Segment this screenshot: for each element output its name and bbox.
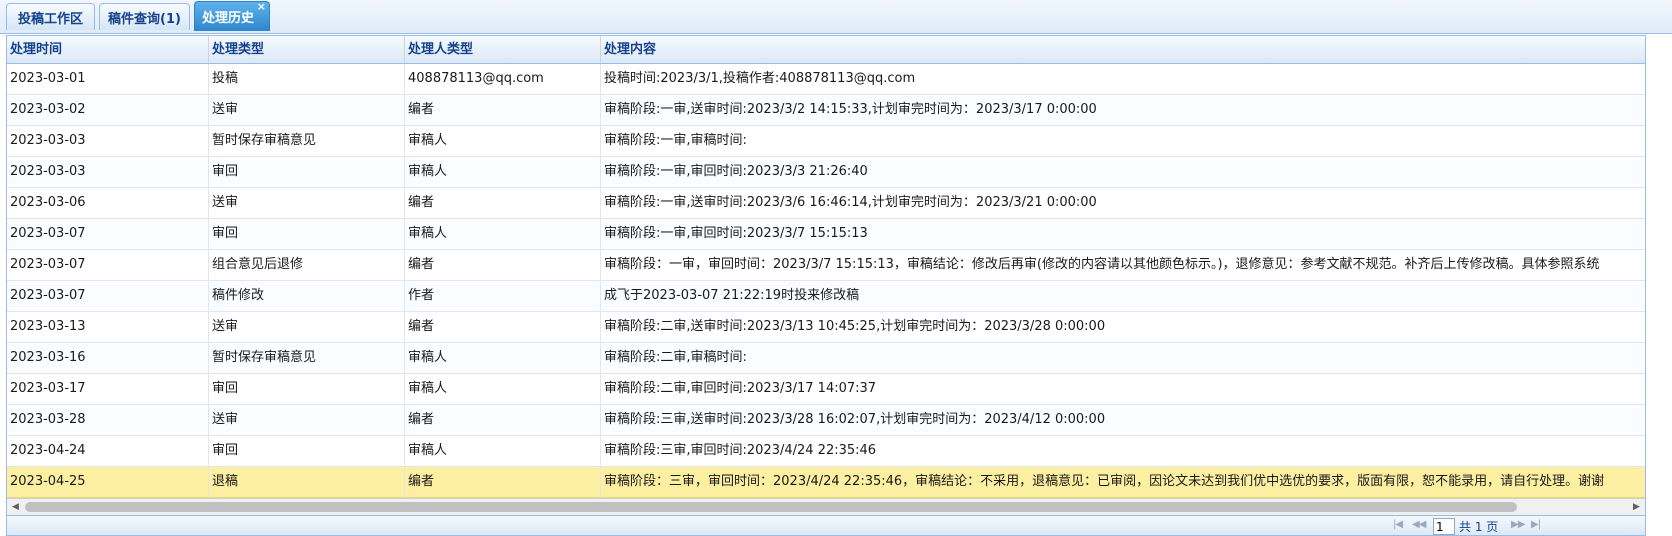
cell-content: 审稿阶段：一审，审回时间：2023/3/7 15:15:13，审稿结论：修改后再… bbox=[604, 257, 1600, 272]
cell-type: 暂时保存审稿意见 bbox=[209, 126, 405, 156]
tab-label: 投稿工作区 bbox=[17, 11, 83, 27]
cell-type: 稿件修改 bbox=[209, 281, 405, 311]
tab-submission-workspace[interactable]: 投稿工作区 bbox=[6, 3, 95, 30]
cell-handler-type: 审稿人 bbox=[405, 219, 601, 249]
cell-content: 审稿阶段:二审,送审时间:2023/3/13 10:45:25,计划审完时间为：… bbox=[604, 319, 1106, 334]
cell-content: 审稿阶段：三审，审回时间：2023/4/24 22:35:46，审稿结论：不采用… bbox=[604, 474, 1605, 489]
cell-type: 投稿 bbox=[209, 64, 405, 94]
cell-time: 2023-03-07 bbox=[7, 281, 209, 311]
column-header-time[interactable]: 处理时间 bbox=[7, 36, 209, 63]
cell-content: 审稿阶段:一审,送审时间:2023/3/6 16:46:14,计划审完时间为：2… bbox=[604, 195, 1097, 210]
cell-time: 2023-03-03 bbox=[7, 126, 209, 156]
cell-handler-type: 编者 bbox=[405, 467, 601, 497]
cell-handler-type: 审稿人 bbox=[405, 126, 601, 156]
table-row[interactable]: 2023-03-28 送审 编者 审稿阶段:三审,送审时间:2023/3/28 16:… bbox=[7, 405, 1645, 436]
scrollbar-thumb[interactable] bbox=[25, 502, 1517, 512]
table-row[interactable]: 2023-04-24 审回 审稿人 审稿阶段:三审,审回时间:2023/4/24 22… bbox=[7, 436, 1645, 467]
table-row[interactable]: 2023-03-07 稿件修改 作者 成飞于2023-03-07 21:22:19时投… bbox=[7, 281, 1645, 312]
cell-content: 审稿阶段:一审,审稿时间: bbox=[604, 133, 747, 148]
cell-time: 2023-03-17 bbox=[7, 374, 209, 404]
horizontal-scrollbar[interactable]: ◀ ▶ bbox=[7, 498, 1645, 515]
tab-label: 稿件查询(1) bbox=[108, 11, 181, 27]
cell-handler-type: 审稿人 bbox=[405, 436, 601, 466]
cell-time: 2023-04-25 bbox=[7, 467, 209, 497]
table-row[interactable]: 2023-03-02 送审 编者 审稿阶段:一审,送审时间:2023/3/2 14:1… bbox=[7, 95, 1645, 126]
first-page-icon[interactable]: |◀ bbox=[1393, 519, 1403, 530]
total-pages-label: 共 1 页 bbox=[1459, 520, 1499, 534]
scroll-left-icon[interactable]: ◀ bbox=[7, 499, 24, 515]
cell-time: 2023-04-24 bbox=[7, 436, 209, 466]
column-header-content[interactable]: 处理内容 bbox=[601, 36, 1645, 63]
cell-time: 2023-03-02 bbox=[7, 95, 209, 125]
cell-type: 审回 bbox=[209, 374, 405, 404]
cell-handler-type: 作者 bbox=[405, 281, 601, 311]
cell-type: 送审 bbox=[209, 95, 405, 125]
close-icon[interactable]: × bbox=[257, 1, 266, 13]
history-grid: 处理时间 处理类型 处理人类型 处理内容 2023-03-01 投稿 4088781… bbox=[6, 35, 1646, 536]
table-row[interactable]: 2023-03-06 送审 编者 审稿阶段:一审,送审时间:2023/3/6 16:4… bbox=[7, 188, 1645, 219]
prev-page-icon[interactable]: ◀◀ bbox=[1412, 519, 1426, 530]
cell-content: 审稿阶段:二审,审回时间:2023/3/17 14:07:37 bbox=[604, 381, 877, 396]
table-row[interactable]: 2023-03-07 审回 审稿人 审稿阶段:一审,审回时间:2023/3/7 15:… bbox=[7, 219, 1645, 250]
cell-content: 审稿阶段:一审,审回时间:2023/3/7 15:15:13 bbox=[604, 226, 868, 241]
table-row[interactable]: 2023-03-03 暂时保存审稿意见 审稿人 审稿阶段:一审,审稿时间: bbox=[7, 126, 1645, 157]
cell-handler-type: 审稿人 bbox=[405, 374, 601, 404]
cell-handler-type: 审稿人 bbox=[405, 343, 601, 373]
cell-time: 2023-03-06 bbox=[7, 188, 209, 218]
column-header-type[interactable]: 处理类型 bbox=[209, 36, 405, 63]
grid-body: 2023-03-01 投稿 408878113@qq.com 投稿时间:2023/3/… bbox=[7, 64, 1645, 498]
table-row[interactable]: 2023-03-16 暂时保存审稿意见 审稿人 审稿阶段:二审,审稿时间: bbox=[7, 343, 1645, 374]
table-row[interactable]: 2023-03-17 审回 审稿人 审稿阶段:二审,审回时间:2023/3/17 14… bbox=[7, 374, 1645, 405]
cell-time: 2023-03-28 bbox=[7, 405, 209, 435]
next-page-icon[interactable]: ▶▶ bbox=[1511, 519, 1525, 530]
cell-type: 送审 bbox=[209, 188, 405, 218]
cell-time: 2023-03-01 bbox=[7, 64, 209, 94]
cell-type: 送审 bbox=[209, 405, 405, 435]
cell-time: 2023-03-07 bbox=[7, 250, 209, 280]
cell-content: 审稿阶段:三审,审回时间:2023/4/24 22:35:46 bbox=[604, 443, 877, 458]
cell-content: 审稿阶段:三审,送审时间:2023/3/28 16:02:07,计划审完时间为：… bbox=[604, 412, 1106, 427]
cell-handler-type: 编者 bbox=[405, 312, 601, 342]
cell-time: 2023-03-07 bbox=[7, 219, 209, 249]
column-header-handler-type[interactable]: 处理人类型 bbox=[405, 36, 601, 63]
cell-type: 退稿 bbox=[209, 467, 405, 497]
table-row[interactable]: 2023-03-07 组合意见后退修 编者 审稿阶段：一审，审回时间：2023/3/7… bbox=[7, 250, 1645, 281]
table-row[interactable]: 2023-03-03 审回 审稿人 审稿阶段:一审,审回时间:2023/3/3 21:… bbox=[7, 157, 1645, 188]
cell-type: 审回 bbox=[209, 436, 405, 466]
cell-handler-type: 408878113@qq.com bbox=[405, 64, 601, 94]
grid-header: 处理时间 处理类型 处理人类型 处理内容 bbox=[7, 36, 1645, 64]
last-page-icon[interactable]: ▶| bbox=[1531, 519, 1541, 530]
cell-handler-type: 编者 bbox=[405, 95, 601, 125]
cell-content: 成飞于2023-03-07 21:22:19时投来修改稿 bbox=[604, 288, 860, 303]
cell-content: 审稿阶段:一审,审回时间:2023/3/3 21:26:40 bbox=[604, 164, 868, 179]
cell-handler-type: 编者 bbox=[405, 188, 601, 218]
cell-content: 审稿阶段:一审,送审时间:2023/3/2 14:15:33,计划审完时间为：2… bbox=[604, 102, 1097, 117]
cell-content: 审稿阶段:二审,审稿时间: bbox=[604, 350, 747, 365]
cell-content: 投稿时间:2023/3/1,投稿作者:408878113@qq.com bbox=[604, 71, 916, 86]
table-row[interactable]: 2023-04-25 退稿 编者 审稿阶段：三审，审回时间：2023/4/24 22:… bbox=[7, 467, 1645, 498]
cell-type: 审回 bbox=[209, 219, 405, 249]
page-number-input[interactable] bbox=[1433, 518, 1455, 535]
cell-time: 2023-03-16 bbox=[7, 343, 209, 373]
tab-processing-history[interactable]: 处理历史 × bbox=[194, 1, 270, 31]
cell-time: 2023-03-13 bbox=[7, 312, 209, 342]
cell-type: 审回 bbox=[209, 157, 405, 187]
tab-bar: 投稿工作区 稿件查询(1) 处理历史 × bbox=[0, 0, 1672, 34]
cell-handler-type: 审稿人 bbox=[405, 157, 601, 187]
cell-handler-type: 编者 bbox=[405, 250, 601, 280]
tab-manuscript-query[interactable]: 稿件查询(1) bbox=[99, 3, 190, 30]
scroll-right-icon[interactable]: ▶ bbox=[1628, 499, 1645, 515]
cell-handler-type: 编者 bbox=[405, 405, 601, 435]
table-row[interactable]: 2023-03-01 投稿 408878113@qq.com 投稿时间:2023/3/… bbox=[7, 64, 1645, 95]
cell-type: 暂时保存审稿意见 bbox=[209, 343, 405, 373]
table-row[interactable]: 2023-03-13 送审 编者 审稿阶段:二审,送审时间:2023/3/13 10:… bbox=[7, 312, 1645, 343]
cell-time: 2023-03-03 bbox=[7, 157, 209, 187]
cell-type: 送审 bbox=[209, 312, 405, 342]
tab-label: 处理历史 bbox=[201, 11, 254, 26]
paging-toolbar: |◀ ◀◀ 共 1 页 ▶▶ ▶| bbox=[7, 515, 1645, 535]
cell-type: 组合意见后退修 bbox=[209, 250, 405, 280]
